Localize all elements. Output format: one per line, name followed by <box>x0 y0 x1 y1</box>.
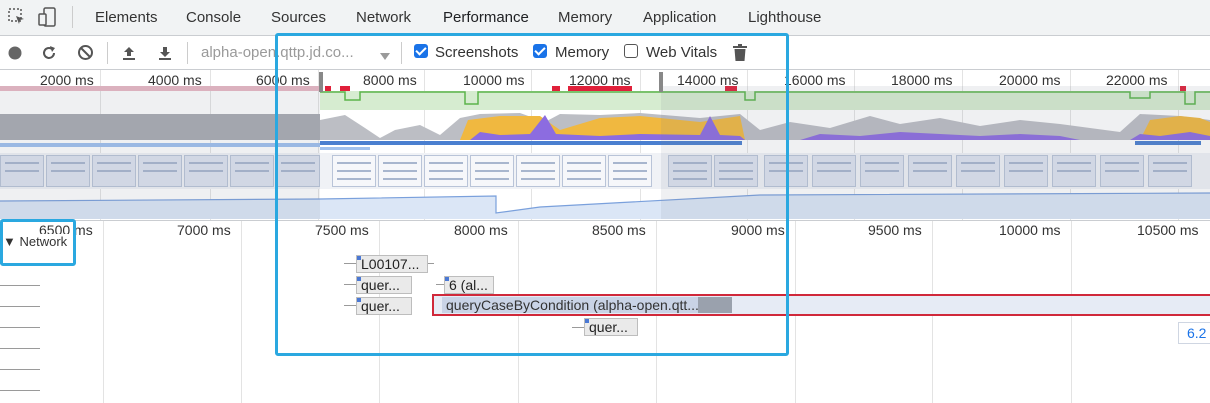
tab-divider <box>72 6 73 28</box>
flame-tick: 9500 ms <box>868 222 922 238</box>
request-whisker <box>0 327 40 328</box>
toolbar-divider <box>107 42 108 64</box>
reload-icon[interactable] <box>40 36 58 69</box>
tab-memory[interactable]: Memory <box>558 9 612 26</box>
tab-elements[interactable]: Elements <box>95 9 158 26</box>
duration-tooltip: 6.2 <box>1178 322 1210 344</box>
record-icon[interactable] <box>6 36 24 69</box>
selection-dim-left <box>0 86 320 219</box>
inspect-icon[interactable] <box>8 8 26 31</box>
request-whisker <box>0 306 40 307</box>
flame-gridline <box>241 221 242 403</box>
flame-tick: 10000 ms <box>999 222 1061 238</box>
devtools-tab-bar: Elements Console Sources Network Perform… <box>0 0 1210 36</box>
toolbar-divider <box>187 42 188 64</box>
annotation-highlight-box <box>0 219 76 266</box>
tab-sources[interactable]: Sources <box>271 9 326 26</box>
request-whisker <box>0 285 40 286</box>
request-whisker <box>0 390 40 391</box>
tab-lighthouse[interactable]: Lighthouse <box>748 9 821 26</box>
upload-icon[interactable] <box>120 36 138 69</box>
tab-application[interactable]: Application <box>643 9 716 26</box>
download-icon[interactable] <box>156 36 174 69</box>
tab-console[interactable]: Console <box>186 9 241 26</box>
tab-performance[interactable]: Performance <box>443 9 529 26</box>
request-whisker <box>0 369 40 370</box>
flame-tick: 7000 ms <box>177 222 231 238</box>
annotation-highlight-box <box>275 33 789 356</box>
tab-network[interactable]: Network <box>356 9 411 26</box>
flame-gridline <box>103 221 104 403</box>
request-whisker <box>0 348 40 349</box>
clear-icon[interactable] <box>76 36 94 69</box>
duration-tooltip-value: 6.2 <box>1187 325 1207 341</box>
device-icon[interactable] <box>38 7 58 32</box>
flame-tick: 10500 ms <box>1137 222 1199 238</box>
